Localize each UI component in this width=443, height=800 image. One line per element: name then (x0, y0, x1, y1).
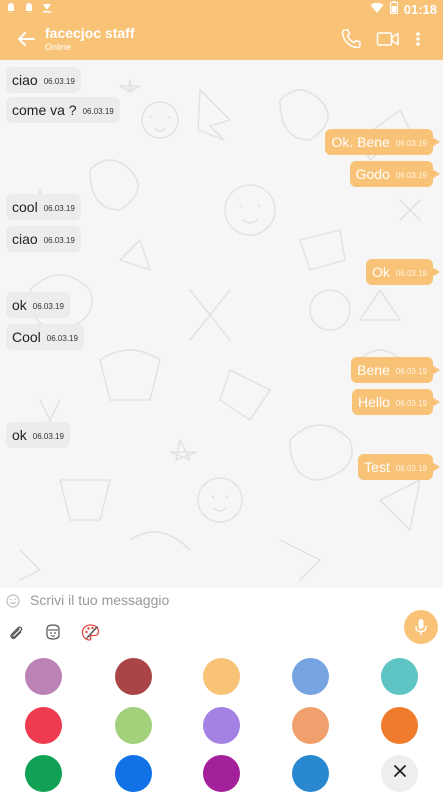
color-swatch[interactable] (292, 755, 329, 792)
message-time: 06.03.19 (43, 204, 75, 213)
message-text: come va ? (12, 102, 77, 118)
color-swatch[interactable] (25, 707, 62, 744)
close-palette-button[interactable] (381, 755, 418, 792)
message-bubble-incoming[interactable]: ok 06.03.19 (6, 422, 70, 448)
message-bubble-incoming[interactable]: Cool 06.03.19 (6, 324, 84, 350)
message-time: 06.03.19 (395, 367, 427, 376)
message-bubble-outgoing[interactable]: Ok. Bene 06.03.19 (325, 129, 440, 155)
message-text: ciao (12, 231, 38, 247)
download-icon (42, 2, 52, 17)
chat-header: facecjoc staff Online (0, 18, 443, 60)
message-text: Cool (12, 329, 41, 345)
sticker-icon[interactable] (44, 623, 62, 641)
color-palette (0, 650, 443, 800)
chat-area[interactable]: ciao 06.03.19 come va ? 06.03.19 Ok. Ben… (0, 60, 443, 588)
color-swatch[interactable] (115, 707, 152, 744)
color-swatch[interactable] (381, 707, 418, 744)
mic-icon[interactable] (404, 610, 438, 644)
message-composer (0, 588, 443, 650)
message-bubble-outgoing[interactable]: Godo 06.03.19 (349, 161, 441, 187)
color-swatch[interactable] (203, 658, 240, 695)
message-time: 06.03.19 (43, 77, 75, 86)
message-time: 06.03.19 (395, 171, 427, 180)
battery-icon (389, 1, 398, 17)
message-text: ok (12, 297, 27, 313)
message-bubble-incoming[interactable]: ok 06.03.19 (6, 292, 70, 318)
message-time: 06.03.19 (395, 464, 427, 473)
contact-name[interactable]: facecjoc staff (45, 25, 134, 41)
wifi-icon (370, 2, 384, 17)
video-camera-icon[interactable] (376, 29, 400, 49)
color-swatch[interactable] (25, 658, 62, 695)
message-text: cool (12, 199, 38, 215)
contact-status: Online (45, 42, 72, 52)
color-swatch[interactable] (25, 755, 62, 792)
close-icon (393, 764, 407, 783)
palette-icon[interactable] (81, 623, 100, 642)
message-time: 06.03.19 (395, 269, 427, 278)
message-bubble-outgoing[interactable]: Hello 06.03.19 (351, 389, 441, 415)
message-text: Test (364, 459, 390, 475)
status-notifications (6, 2, 52, 17)
color-swatch[interactable] (115, 755, 152, 792)
status-time: 01:18 (403, 1, 437, 17)
message-bubble-outgoing[interactable]: Test 06.03.19 (358, 454, 440, 480)
phone-icon[interactable] (340, 28, 362, 50)
message-bubble-incoming[interactable]: ciao 06.03.19 (6, 67, 81, 93)
message-text: Ok. Bene (331, 134, 390, 150)
message-time: 06.03.19 (32, 302, 64, 311)
notification-icon (24, 2, 34, 17)
attach-icon[interactable] (8, 624, 24, 642)
color-swatch[interactable] (203, 755, 240, 792)
notification-icon (6, 2, 16, 17)
message-time: 06.03.19 (395, 399, 427, 408)
message-text: ok (12, 427, 27, 443)
message-time: 06.03.19 (82, 107, 114, 116)
back-arrow-icon[interactable] (14, 27, 38, 51)
emoji-icon[interactable] (6, 594, 20, 608)
message-text: Godo (355, 166, 390, 182)
message-time: 06.03.19 (43, 236, 75, 245)
message-time: 06.03.19 (32, 432, 64, 441)
message-input[interactable] (30, 589, 390, 611)
more-vertical-icon[interactable] (412, 28, 424, 50)
message-text: ciao (12, 72, 38, 88)
message-text: Bene (357, 362, 390, 378)
message-bubble-incoming[interactable]: ciao 06.03.19 (6, 226, 81, 252)
color-swatch[interactable] (203, 707, 240, 744)
color-swatch[interactable] (115, 658, 152, 695)
status-bar: 01:18 (0, 0, 443, 18)
message-bubble-outgoing[interactable]: Ok 06.03.19 (365, 259, 441, 285)
color-swatch[interactable] (292, 707, 329, 744)
message-bubble-incoming[interactable]: cool 06.03.19 (6, 194, 81, 220)
message-text: Ok (371, 264, 390, 280)
message-bubble-incoming[interactable]: come va ? 06.03.19 (6, 97, 120, 123)
message-bubble-outgoing[interactable]: Bene 06.03.19 (351, 357, 440, 383)
color-swatch[interactable] (381, 658, 418, 695)
message-time: 06.03.19 (46, 334, 78, 343)
message-text: Hello (357, 394, 390, 410)
message-time: 06.03.19 (395, 139, 427, 148)
color-swatch[interactable] (292, 658, 329, 695)
